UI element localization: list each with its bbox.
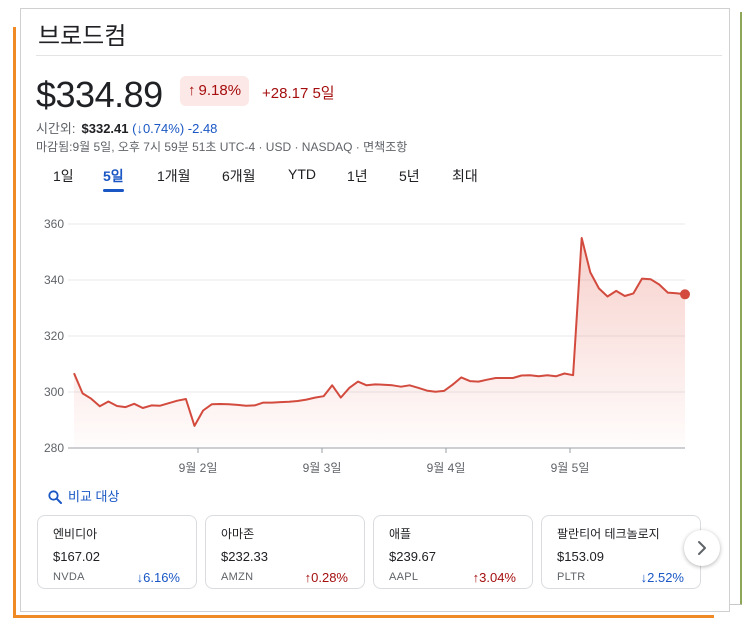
- stock-price: $153.09: [557, 549, 604, 564]
- compare-link[interactable]: 비교 대상: [48, 486, 119, 505]
- tab-1y[interactable]: 1년: [347, 166, 368, 186]
- stock-ticker: NVDA: [53, 571, 85, 583]
- y-tick-label: 340: [44, 273, 64, 287]
- tab-5d[interactable]: 5일: [103, 166, 124, 192]
- related-stock-card[interactable]: 아마존 $232.33 AMZN ↑0.28%: [205, 515, 365, 589]
- stock-name: 팔란티어 테크놀로지: [557, 527, 660, 541]
- page-title: 브로드컴: [38, 23, 127, 50]
- x-tick-label: 9월 3일: [303, 461, 342, 475]
- stock-change-value: 6.16%: [143, 570, 180, 585]
- stock-price: $239.67: [389, 549, 436, 564]
- stock-ticker: AMZN: [221, 571, 254, 583]
- change-absolute: +28.17 5일: [262, 85, 335, 102]
- stock-name: 엔비디아: [53, 527, 98, 541]
- tab-5y[interactable]: 5년: [399, 166, 420, 186]
- tab-6m[interactable]: 6개월: [222, 166, 256, 186]
- after-hours-row: 시간외: $332.41 (↓0.74%) -2.48: [36, 118, 217, 137]
- related-stock-card[interactable]: 팔란티어 테크놀로지 $153.09 PLTR ↓2.52%: [541, 515, 701, 589]
- related-stock-card[interactable]: 애플 $239.67 AAPL ↑3.04%: [373, 515, 533, 589]
- tab-ytd[interactable]: YTD: [288, 166, 316, 182]
- change-percent: 9.18%: [198, 82, 242, 99]
- change-percent-badge: ↑ 9.18%: [180, 76, 250, 106]
- y-tick-label: 300: [44, 385, 64, 399]
- x-tick-label: 9월 2일: [179, 461, 218, 475]
- stock-change: ↑3.04%: [473, 570, 516, 585]
- stock-price: $167.02: [53, 549, 100, 564]
- arrow-up-icon: ↑: [188, 82, 196, 99]
- title-divider: [36, 55, 722, 56]
- x-tick-label: 9월 5일: [551, 461, 590, 475]
- stock-change-value: 2.52%: [647, 570, 684, 585]
- compare-label: 비교 대상: [68, 489, 120, 504]
- stock-change: ↑0.28%: [305, 570, 348, 585]
- stock-ticker: PLTR: [557, 571, 586, 583]
- after-hours-percent: (↓0.74%): [132, 121, 185, 136]
- related-stock-card[interactable]: 엔비디아 $167.02 NVDA ↓6.16%: [37, 515, 197, 589]
- current-price: $334.89: [36, 74, 163, 115]
- next-button[interactable]: [684, 530, 720, 566]
- y-tick-label: 280: [44, 441, 64, 455]
- stock-change: ↓2.52%: [641, 570, 684, 585]
- x-tick-label: 9월 4일: [427, 461, 466, 475]
- stock-name: 아마존: [221, 527, 255, 541]
- after-hours-change: -2.48: [187, 121, 218, 136]
- after-hours-label: 시간외:: [36, 121, 76, 136]
- stock-change-value: 3.04%: [479, 570, 516, 585]
- tab-1m[interactable]: 1개월: [157, 166, 191, 186]
- y-tick-label: 320: [44, 329, 64, 343]
- stock-ticker: AAPL: [389, 571, 419, 583]
- stock-change: ↓6.16%: [137, 570, 180, 585]
- y-tick-label: 360: [44, 217, 64, 231]
- stock-change-value: 0.28%: [311, 570, 348, 585]
- tab-1d[interactable]: 1일: [53, 166, 74, 186]
- price-area: [74, 238, 685, 448]
- market-meta: 마감됨:9월 5일, 오후 7시 59분 51초 UTC-4 · USD · N…: [36, 140, 408, 154]
- stock-price: $232.33: [221, 549, 268, 564]
- stock-card-panel: 브로드컴 $334.89 ↑ 9.18% +28.17 5일 시간외: $332.4…: [22, 10, 722, 606]
- price-chart[interactable]: 360 340 320 300 280 9월 2일 9월 3일 9월 4일 9월 5일: [22, 196, 722, 482]
- after-hours-price: $332.41: [81, 121, 129, 136]
- search-icon: [48, 490, 62, 504]
- chevron-right-icon: [698, 541, 706, 555]
- stock-name: 애플: [389, 527, 412, 541]
- tab-max[interactable]: 최대: [452, 166, 478, 186]
- last-price-dot: [680, 289, 690, 300]
